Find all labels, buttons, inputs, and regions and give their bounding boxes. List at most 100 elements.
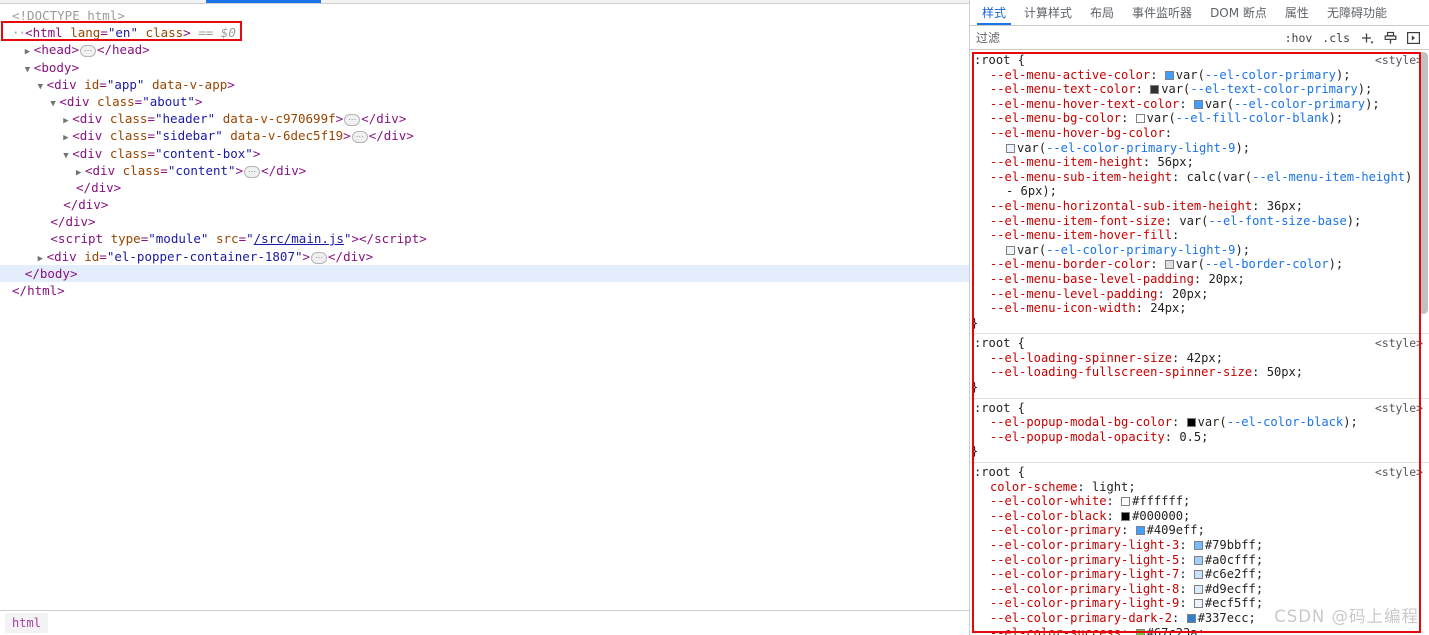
color-swatch[interactable] [1186, 613, 1196, 623]
dom-tree-row[interactable]: <script type="module" src="/src/main.js"… [0, 230, 969, 247]
styles-tab[interactable]: 无障碍功能 [1318, 0, 1396, 25]
dom-attr-value: "el-popper-container-1807" [106, 248, 303, 264]
color-swatch[interactable] [1135, 114, 1145, 124]
css-declaration[interactable]: --el-menu-hover-text-color: var(--el-col… [970, 97, 1429, 112]
color-swatch[interactable] [1193, 570, 1203, 580]
expand-children-badge[interactable]: ⋯ [344, 114, 361, 127]
dom-src-link[interactable]: /src/main.js [254, 231, 344, 246]
css-rule-block[interactable]: :root {<style> --el-menu-active-color: va… [970, 51, 1429, 335]
dom-tree-row[interactable]: </div> [0, 179, 969, 196]
dom-tree-row[interactable]: </html> [0, 282, 969, 299]
styles-tab[interactable]: 属性 [1276, 0, 1318, 25]
color-swatch[interactable] [1193, 555, 1203, 565]
dom-tree-row[interactable]: </div> [0, 213, 969, 230]
styles-scrollbar[interactable] [1419, 52, 1428, 635]
styles-tab[interactable]: 计算样式 [1015, 0, 1081, 25]
css-declaration[interactable]: --el-menu-sub-item-height: calc(var(--el… [970, 170, 1429, 185]
css-declaration[interactable]: --el-menu-bg-color: var(--el-fill-color-… [970, 111, 1429, 126]
color-swatch[interactable] [1193, 99, 1203, 109]
dom-tree-row[interactable]: </div> [0, 196, 969, 213]
dom-punct: </ [12, 283, 28, 298]
dom-attr-name: type [110, 231, 141, 247]
css-declaration[interactable]: --el-color-white: #ffffff; [970, 494, 1429, 509]
color-swatch[interactable] [1135, 628, 1145, 635]
dom-punct: > [71, 59, 79, 75]
css-declaration[interactable]: --el-menu-icon-width: 24px; [970, 301, 1429, 316]
color-swatch[interactable] [1164, 260, 1174, 270]
css-declaration[interactable]: --el-color-primary-dark-2: #337ecc; [970, 611, 1429, 626]
css-property-name: --el-menu-hover-bg-color [990, 125, 1165, 140]
css-declaration[interactable]: color-scheme: light; [970, 480, 1429, 495]
css-declaration[interactable]: --el-color-black: #000000; [970, 509, 1429, 524]
color-swatch[interactable] [1121, 497, 1131, 507]
color-swatch[interactable] [1150, 85, 1160, 95]
color-swatch[interactable] [1006, 143, 1015, 153]
css-rule-block[interactable]: :root {<style> --el-loading-spinner-size:… [970, 334, 1429, 399]
color-swatch[interactable] [1186, 418, 1196, 428]
dom-tree-row[interactable]: </body> [0, 264, 969, 282]
css-declaration[interactable]: --el-color-primary-light-5: #a0cfff; [970, 553, 1429, 568]
dom-tree-row[interactable]: <div id="app" data-v-app> [0, 76, 969, 93]
css-declaration[interactable]: --el-color-primary: #409eff; [970, 523, 1429, 538]
color-swatch[interactable] [1135, 526, 1145, 536]
expand-children-badge[interactable]: ⋯ [311, 251, 328, 264]
css-rule-block[interactable]: :root {<style> color-scheme: light; --el-c… [970, 463, 1429, 635]
css-declaration[interactable]: --el-menu-hover-bg-color: [970, 126, 1429, 141]
css-declaration[interactable]: --el-popup-modal-opacity: 0.5; [970, 430, 1429, 445]
css-declaration[interactable]: --el-color-success: #67c23a; [970, 626, 1429, 635]
dom-tree-row[interactable]: ··<html lang="en" class> == $0 [0, 24, 969, 41]
color-swatch[interactable] [1006, 245, 1015, 255]
css-declaration[interactable]: --el-menu-active-color: var(--el-color-p… [970, 68, 1429, 83]
expand-children-badge[interactable]: ⋯ [351, 131, 368, 144]
styles-tab[interactable]: DOM 断点 [1201, 0, 1276, 25]
css-declaration[interactable]: --el-color-primary-light-3: #79bbff; [970, 538, 1429, 553]
dom-tree-row[interactable]: <head>⋯</head> [0, 41, 969, 58]
css-declaration[interactable]: --el-menu-item-hover-fill: [970, 228, 1429, 243]
css-declaration[interactable]: --el-popup-modal-bg-color: var(--el-colo… [970, 415, 1429, 430]
color-swatch[interactable] [1193, 541, 1203, 550]
plus-icon[interactable] [1355, 31, 1379, 45]
color-swatch[interactable] [1193, 584, 1203, 594]
css-property-name: --el-color-primary-light-8 [990, 581, 1180, 596]
hov-button[interactable]: :hov [1280, 31, 1318, 45]
css-declaration[interactable]: --el-loading-spinner-size: 42px; [970, 351, 1429, 366]
css-declaration[interactable]: --el-menu-text-color: var(--el-text-colo… [970, 82, 1429, 97]
dom-tree-row[interactable]: <div id="el-popper-container-1807">⋯</di… [0, 248, 969, 265]
css-rule-block[interactable]: :root {<style> --el-popup-modal-bg-color:… [970, 398, 1429, 464]
dom-tree-row[interactable]: <div class="header" data-v-c970699f>⋯</d… [0, 110, 969, 127]
expand-children-badge[interactable]: ⋯ [79, 45, 96, 58]
dom-tree-row[interactable]: <div class="content">⋯</div> [0, 162, 969, 179]
dom-tree-row[interactable]: <body> [0, 59, 969, 76]
dom-tree-row[interactable]: <div class="content-box"> [0, 145, 969, 162]
css-rules-list[interactable]: :root {<style> --el-menu-active-color: va… [970, 51, 1429, 635]
styles-tab[interactable]: 样式 [973, 0, 1015, 25]
css-declaration[interactable]: --el-menu-border-color: var(--el-border-… [970, 257, 1429, 272]
css-declaration[interactable]: --el-menu-base-level-padding: 20px; [970, 272, 1429, 287]
css-rule-origin: <style> [1374, 400, 1423, 415]
color-swatch[interactable] [1193, 599, 1203, 609]
styles-scrollbar-thumb[interactable] [1419, 52, 1428, 314]
css-declaration[interactable]: --el-menu-item-font-size: var(--el-font-… [970, 214, 1429, 229]
dom-tree-row[interactable]: <div class="about"> [0, 93, 969, 110]
css-declaration[interactable]: --el-color-primary-light-9: #ecf5ff; [970, 596, 1429, 611]
color-swatch[interactable] [1121, 511, 1131, 521]
pin-icon[interactable] [1379, 31, 1402, 45]
dom-tree-row[interactable]: <!DOCTYPE html> [0, 7, 969, 24]
styles-filter-input[interactable] [970, 25, 1280, 50]
styles-tab[interactable]: 布局 [1081, 0, 1123, 25]
expand-children-badge[interactable]: ⋯ [244, 165, 261, 178]
color-swatch[interactable] [1164, 70, 1174, 80]
dom-tree[interactable]: <!DOCTYPE html> ··<html lang="en" class> … [0, 4, 969, 299]
css-declaration[interactable]: --el-loading-fullscreen-spinner-size: 50… [970, 365, 1429, 380]
css-declaration[interactable]: --el-color-primary-light-8: #d9ecff; [970, 582, 1429, 597]
css-declaration[interactable]: --el-menu-horizontal-sub-item-height: 36… [970, 199, 1429, 214]
dom-tree-row[interactable]: <div class="sidebar" data-v-6dec5f19>⋯</… [0, 127, 969, 144]
css-declaration[interactable]: --el-color-primary-light-7: #c6e2ff; [970, 567, 1429, 582]
styles-tab[interactable]: 事件监听器 [1123, 0, 1201, 25]
styles-tab-label: 计算样式 [1024, 6, 1073, 20]
css-declaration[interactable]: --el-menu-item-height: 56px; [970, 155, 1429, 170]
breadcrumb-item-html[interactable]: html [5, 613, 48, 633]
cls-button[interactable]: .cls [1317, 31, 1355, 45]
css-declaration[interactable]: --el-menu-level-padding: 20px; [970, 287, 1429, 302]
sidebar-toggle-icon[interactable] [1402, 31, 1425, 45]
